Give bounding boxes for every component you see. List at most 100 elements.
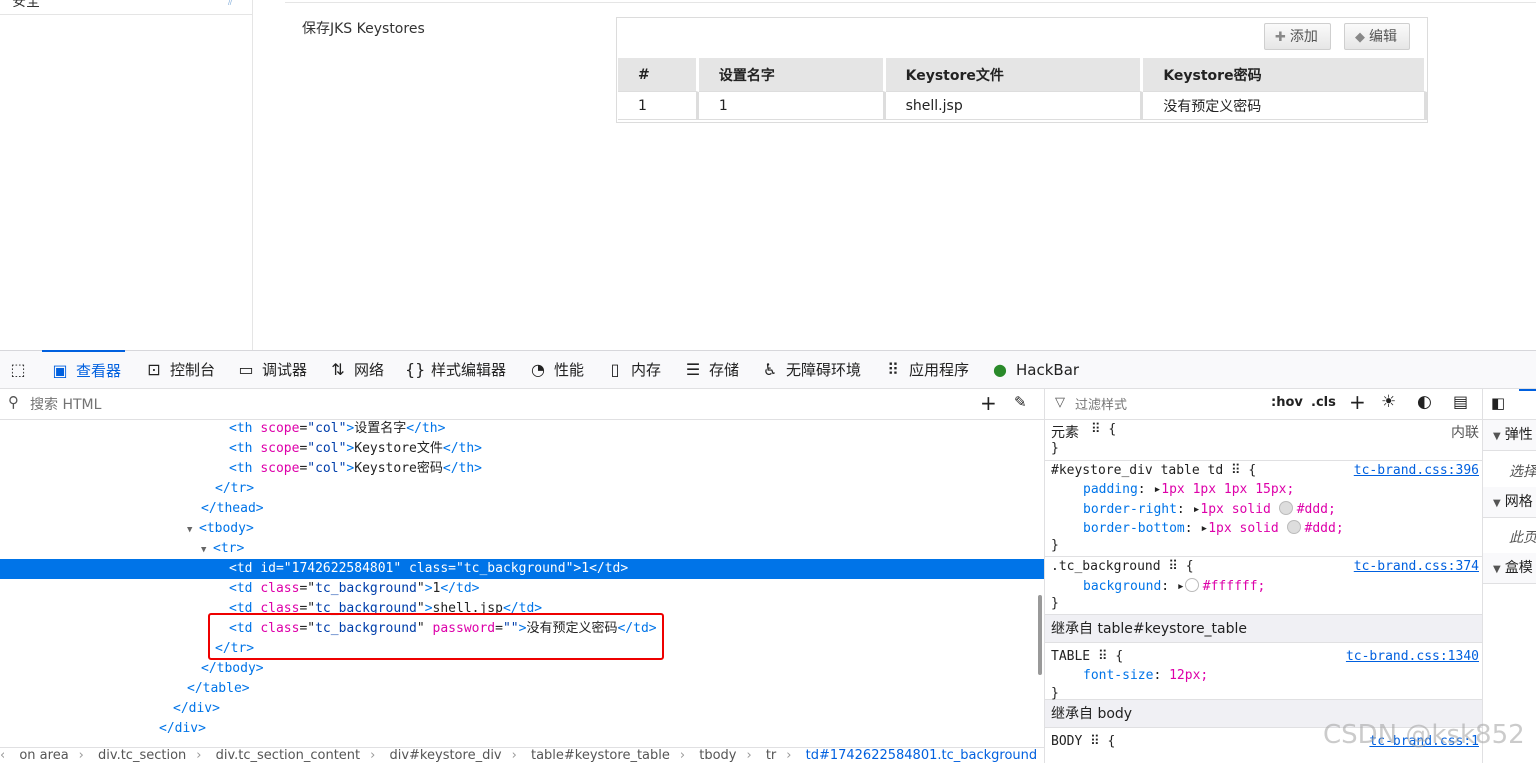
box-model-section-header[interactable]: ▼ 盒模 — [1483, 553, 1536, 584]
add-button[interactable]: ✚ 添加 — [1264, 23, 1331, 50]
tab-network[interactable]: ⇅ 网络 — [328, 351, 384, 388]
application-icon: ⠿ — [887, 360, 899, 379]
cell-file: shell.jsp — [885, 92, 1144, 120]
plus-icon: ✚ — [1275, 30, 1286, 45]
markup-node[interactable]: </div> — [0, 699, 1044, 719]
markup-node[interactable]: <td class="tc_background">1</td> — [0, 579, 1044, 599]
cell-name: 1 — [698, 92, 886, 120]
highlight-annotation-box — [208, 613, 664, 660]
rule-table: TABLE ⠿ { tc-brand.css:1340 font-size: 1… — [1045, 644, 1483, 701]
breadcrumb-item-current[interactable]: td#1742622584801.tc_background — [806, 748, 1038, 763]
declaration[interactable]: border-bottom: ▸1px solid #ddd; — [1083, 520, 1344, 536]
tab-application[interactable]: ⠿ 应用程序 — [883, 351, 969, 388]
tab-hackbar[interactable]: ● HackBar — [990, 351, 1079, 388]
edit-button[interactable]: ◆ 编辑 — [1344, 23, 1410, 50]
tab-inspector[interactable]: ▣ 查看器 — [42, 350, 126, 389]
element-picker-button[interactable]: ⬚ — [8, 351, 34, 388]
memory-icon: ▯ — [610, 360, 620, 379]
devtools-panel: ⬚ ▣ 查看器 ⊡ 控制台 ▭ 调试器 ⇅ 网络 {} 样式编辑器 ◔ 性能 ▯ 内存 ☰ 存储… — [0, 350, 1536, 764]
tab-style-editor[interactable]: {} 样式编辑器 — [405, 351, 506, 388]
breadcrumb-item[interactable]: table#keystore_table — [531, 748, 670, 763]
markup-node[interactable]: <th scope="col">Keystore密码</th> — [0, 459, 1044, 479]
tag-icon: ◆ — [1355, 30, 1365, 45]
source-link[interactable]: tc-brand.css:374 — [1354, 559, 1479, 574]
expand-triangle-icon[interactable]: ▼ — [187, 520, 199, 540]
declaration[interactable]: background: ▸ #ffffff; — [1083, 578, 1265, 594]
breadcrumb-scroll-left-icon[interactable]: ‹ — [0, 748, 5, 763]
breadcrumb-item[interactable]: on area — [19, 748, 68, 763]
declaration[interactable]: font-size: 12px; — [1083, 668, 1208, 683]
breadcrumb-item[interactable]: div.tc_section — [98, 748, 186, 763]
dark-theme-icon[interactable]: ◐ — [1417, 392, 1432, 412]
eyedropper-icon[interactable]: ✎ — [1014, 393, 1027, 411]
debugger-icon: ▭ — [238, 360, 254, 379]
print-media-icon[interactable]: ▤ — [1453, 392, 1468, 411]
add-rule-icon[interactable]: + — [1349, 390, 1366, 414]
breadcrumb-item[interactable]: tr — [766, 748, 776, 763]
selected-markup-node[interactable]: <td id="1742622584801" class="tc_backgro… — [0, 559, 1044, 579]
color-swatch[interactable] — [1286, 520, 1301, 534]
rule-element: 元素 ⠿ { 内联 } — [1045, 420, 1483, 461]
breadcrumb-item[interactable]: tbody — [699, 748, 736, 763]
vertical-scrollbar[interactable] — [1038, 595, 1042, 675]
flexbox-section-header[interactable]: ▼ 弹性 — [1483, 420, 1536, 451]
declaration[interactable]: padding: ▸1px 1px 1px 15px; — [1083, 482, 1294, 497]
layout-side-pane: ◧ ▼ 弹性 选择 ▼ 网格 此页 ▼ 盒模 — [1482, 389, 1536, 763]
keystore-section-label: 保存JKS Keystores — [302, 21, 425, 37]
markup-node[interactable]: <th scope="col">设置名字</th> — [0, 420, 1044, 439]
keystore-panel: ✚ 添加 ◆ 编辑 # 设置名字 Keystore文件 Keystore密码 1 1… — [616, 17, 1428, 123]
grid-section-header[interactable]: ▼ 网格 — [1483, 487, 1536, 518]
search-html-input[interactable] — [28, 393, 932, 417]
rule-tc-background: .tc_background ⠿ { tc-brand.css:374 back… — [1045, 556, 1483, 615]
devtools-toolbar: ⬚ ▣ 查看器 ⊡ 控制台 ▭ 调试器 ⇅ 网络 {} 样式编辑器 ◔ 性能 ▯ 内存 ☰ 存储… — [0, 350, 1536, 389]
markup-node[interactable]: </thead> — [0, 499, 1044, 519]
grid-empty-text: 此页 — [1509, 530, 1536, 546]
expand-triangle-icon[interactable]: ▼ — [201, 540, 213, 560]
source-link[interactable]: tc-brand.css:1340 — [1346, 649, 1479, 664]
breadcrumb-item[interactable]: div#keystore_div — [389, 748, 501, 763]
storage-icon: ☰ — [685, 360, 701, 379]
markup-node[interactable]: </tbody> — [0, 659, 1044, 679]
double-chevron-icon[interactable]: ⫽ — [228, 0, 233, 9]
rules-toolbar: ▽ :hov .cls + ☀ ◐ ▤ — [1045, 389, 1483, 420]
cell-password: 没有预定义密码 — [1143, 92, 1427, 120]
tab-debugger[interactable]: ▭ 调试器 — [236, 351, 307, 388]
tab-performance[interactable]: ◔ 性能 — [528, 351, 584, 388]
column-header-password: Keystore密码 — [1143, 58, 1427, 92]
tab-memory[interactable]: ▯ 内存 — [605, 351, 661, 388]
markup-node[interactable]: ▼ <tr> — [0, 539, 1044, 559]
tab-console[interactable]: ⊡ 控制台 — [144, 351, 215, 388]
filter-styles-input[interactable] — [1073, 393, 1257, 417]
tab-accessibility[interactable]: ♿ 无障碍环境 — [760, 351, 861, 388]
inspector-icon: ▣ — [52, 361, 68, 380]
light-theme-icon[interactable]: ☀ — [1381, 392, 1396, 412]
color-swatch[interactable] — [1278, 501, 1293, 515]
markup-node[interactable]: </tr> — [0, 479, 1044, 499]
toggle-pane-icon[interactable]: ◧ — [1491, 394, 1505, 412]
tab-storage[interactable]: ☰ 存储 — [683, 351, 739, 388]
content-divider — [285, 2, 1536, 3]
filter-icon: ▽ — [1055, 395, 1065, 410]
color-swatch[interactable] — [1184, 578, 1199, 592]
declaration[interactable]: border-right: ▸1px solid #ddd; — [1083, 501, 1336, 517]
sidebar-divider — [0, 14, 252, 15]
network-icon: ⇅ — [331, 360, 345, 379]
source-link[interactable]: tc-brand.css:396 — [1354, 463, 1479, 478]
watermark-text: CSDN @ksk852 — [1323, 720, 1525, 750]
side-pane-toolbar: ◧ — [1483, 389, 1536, 420]
table-row[interactable]: 1 1 shell.jsp 没有预定义密码 — [618, 92, 1427, 120]
markup-node[interactable]: <th scope="col">Keystore文件</th> — [0, 439, 1044, 459]
column-header-name: 设置名字 — [698, 58, 886, 92]
add-node-icon[interactable]: + — [980, 391, 997, 415]
markup-node[interactable]: ▼ <tbody> — [0, 519, 1044, 539]
keystore-table: # 设置名字 Keystore文件 Keystore密码 1 1 shell.j… — [618, 58, 1427, 120]
hov-toggle[interactable]: :hov — [1271, 395, 1303, 410]
cls-toggle[interactable]: .cls — [1311, 395, 1336, 410]
breadcrumb-item[interactable]: div.tc_section_content — [216, 748, 361, 763]
active-tab-indicator — [1519, 389, 1536, 391]
hackbar-icon: ● — [993, 360, 1007, 379]
sidebar-item-security[interactable]: 安全 — [12, 0, 40, 11]
markup-node[interactable]: </div> — [0, 719, 1044, 739]
rules-pane: ▽ :hov .cls + ☀ ◐ ▤ 元素 ⠿ { 内联 } #keystor… — [1044, 389, 1483, 763]
markup-node[interactable]: </table> — [0, 679, 1044, 699]
